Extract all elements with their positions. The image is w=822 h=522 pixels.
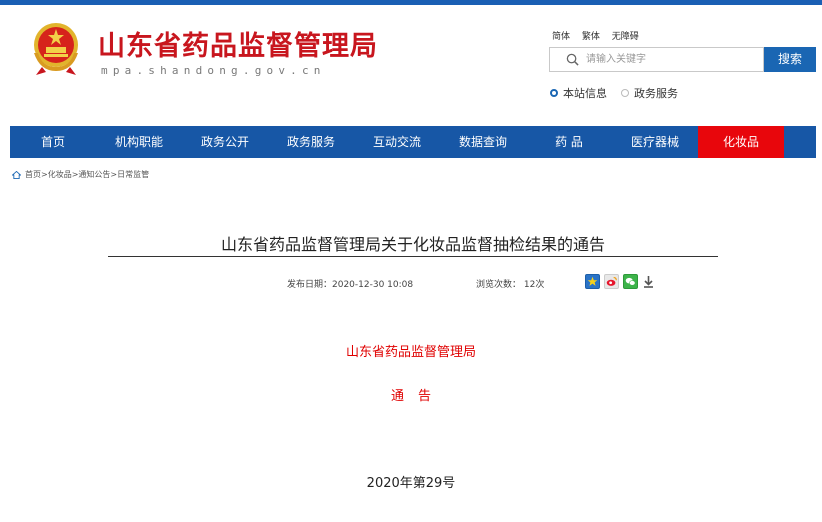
search-icon bbox=[566, 53, 579, 66]
breadcrumb: 首页>化妆品>通知公告>日常监管 bbox=[12, 169, 149, 180]
issuing-authority: 山东省药品监督管理局 bbox=[345, 345, 476, 360]
site-domain: mpa.shandong.gov.cn bbox=[101, 64, 326, 77]
search-button[interactable]: 搜索 bbox=[764, 47, 816, 72]
scope-label-site-info: 本站信息 bbox=[563, 87, 607, 100]
search-box bbox=[549, 47, 764, 72]
site-title[interactable]: 山东省药品监督管理局 bbox=[98, 24, 378, 63]
lang-simplified-link[interactable]: 简体 bbox=[552, 32, 570, 42]
article-title: 山东省药品监督管理局关于化妆品监督抽检结果的通告 bbox=[220, 235, 605, 254]
wechat-share-icon[interactable] bbox=[623, 274, 638, 289]
nav-item-cosmetics[interactable]: 化妆品 bbox=[698, 126, 784, 158]
title-divider bbox=[108, 256, 718, 257]
radio-selected-icon[interactable] bbox=[550, 89, 558, 97]
weibo-share-icon[interactable] bbox=[604, 274, 619, 289]
nav-item-data-query[interactable]: 数据查询 bbox=[440, 126, 526, 158]
nav-item-interaction[interactable]: 互动交流 bbox=[354, 126, 440, 158]
lang-traditional-link[interactable]: 繁体 bbox=[582, 32, 600, 42]
nav-item-medical-devices[interactable]: 医疗器械 bbox=[612, 126, 698, 158]
language-links: 简体 繁体 无障碍 bbox=[552, 29, 648, 42]
scope-option-gov-services[interactable]: 政务服务 bbox=[621, 85, 678, 101]
search-input[interactable] bbox=[586, 51, 756, 68]
publish-date: 发布日期：2020-12-30 10:08 bbox=[287, 280, 414, 290]
main-nav: 首页 机构职能 政务公开 政务服务 互动交流 数据查询 药 品 医疗器械 化妆品 bbox=[10, 126, 816, 158]
qzone-share-icon[interactable] bbox=[585, 274, 600, 289]
nav-item-gov-affairs-public[interactable]: 政务公开 bbox=[182, 126, 268, 158]
nav-item-gov-services[interactable]: 政务服务 bbox=[268, 126, 354, 158]
breadcrumb-path[interactable]: 首页>化妆品>通知公告>日常监管 bbox=[25, 169, 149, 180]
top-accent-bar bbox=[0, 0, 822, 5]
radio-unselected-icon[interactable] bbox=[621, 89, 629, 97]
nav-item-drugs[interactable]: 药 品 bbox=[526, 126, 612, 158]
scope-option-site-info[interactable]: 本站信息 bbox=[550, 85, 607, 101]
document-number: 2020年第29号 bbox=[366, 476, 456, 491]
accessibility-link[interactable]: 无障碍 bbox=[612, 32, 639, 42]
nav-item-organization[interactable]: 机构职能 bbox=[96, 126, 182, 158]
view-count: 浏览次数： 12次 bbox=[476, 280, 545, 290]
nav-item-home[interactable]: 首页 bbox=[10, 126, 96, 158]
share-bar bbox=[585, 274, 655, 289]
home-icon bbox=[12, 170, 21, 179]
national-emblem-icon bbox=[34, 23, 78, 75]
download-icon[interactable] bbox=[642, 274, 655, 289]
scope-label-gov-services: 政务服务 bbox=[634, 87, 678, 100]
notice-heading: 通告 bbox=[390, 389, 445, 404]
